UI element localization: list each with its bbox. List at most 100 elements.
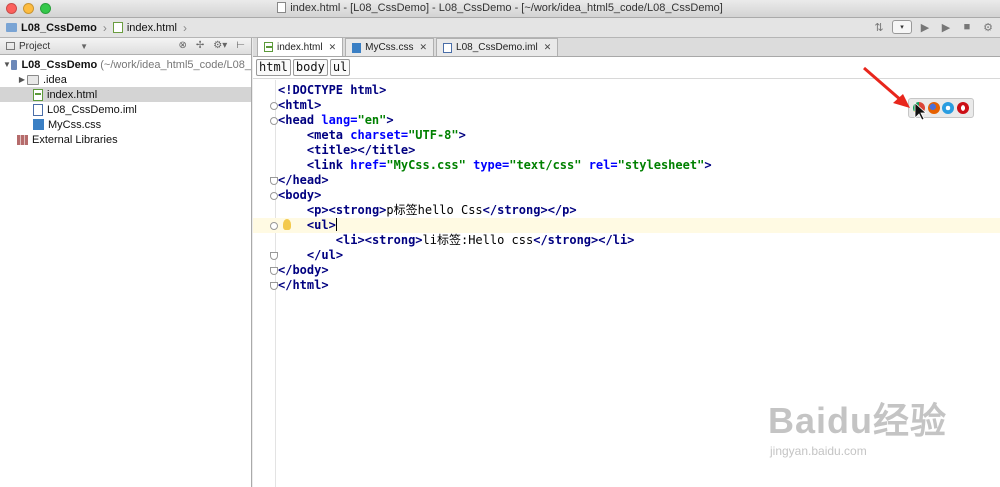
code-line[interactable]: <title></title>: [253, 143, 1000, 158]
tree-item-path: (~/work/idea_html5_code/L08_: [100, 58, 251, 71]
nav-crumb-file[interactable]: index.html: [107, 18, 183, 38]
tree-item-label: L08_CssDemo.iml: [47, 103, 137, 116]
tab-label: MyCss.css: [365, 42, 414, 53]
tree-item-label: MyCss.css: [48, 118, 102, 131]
code-line[interactable]: <meta charset="UTF-8">: [253, 128, 1000, 143]
code-line[interactable]: <link href="MyCss.css" type="text/css" r…: [253, 158, 1000, 173]
html-file-icon: [112, 22, 123, 33]
css-file-icon: [33, 119, 44, 130]
window-title-text: index.html - [L08_CssDemo] - L08_CssDemo…: [290, 2, 723, 14]
folder-icon: [27, 74, 39, 85]
code-line[interactable]: <p><strong>p标签hello Css</strong></p>: [253, 203, 1000, 218]
code-editor[interactable]: <!DOCTYPE html> <html> <head lang="en"> <m…: [253, 83, 1000, 293]
vcs-update-icon[interactable]: ⇅: [871, 19, 887, 35]
close-icon[interactable]: ✕: [544, 42, 552, 53]
tree-item-iml[interactable]: L08_CssDemo.iml: [0, 102, 251, 117]
close-icon[interactable]: ✕: [419, 42, 427, 53]
tag-breadcrumb-bar: html body ul: [253, 57, 1000, 79]
tree-item-mycss[interactable]: MyCss.css: [0, 117, 251, 132]
project-tool-window: Project ▼ ⊗ ✢ ⚙▾ ⊢ ▼ L08_CssDemo (~/work…: [0, 38, 252, 487]
tab-iml[interactable]: L08_CssDemo.iml ✕: [436, 38, 559, 56]
firefox-icon[interactable]: [927, 102, 940, 114]
chrome-icon[interactable]: [913, 102, 926, 114]
html-file-icon: [264, 42, 273, 52]
collapse-all-icon[interactable]: ✢: [196, 40, 204, 51]
nav-crumb-project-label: L08_CssDemo: [21, 21, 97, 34]
html-file-icon: [33, 88, 43, 101]
tree-item-idea-folder[interactable]: ▶ .idea: [0, 72, 251, 87]
text-caret: [335, 218, 337, 231]
chevron-down-icon[interactable]: ▼: [80, 42, 88, 51]
project-pane-header: Project ▼ ⊗ ✢ ⚙▾ ⊢: [0, 38, 251, 55]
chevron-right-icon: ›: [182, 20, 187, 35]
project-folder-icon: [6, 23, 17, 32]
project-view-icon: [6, 42, 15, 50]
code-line[interactable]: <body>: [253, 188, 1000, 203]
toolbar-right: ⇅ ▾ ▶ ▶ ■ ⚙: [871, 19, 996, 35]
code-line[interactable]: </head>: [253, 173, 1000, 188]
tag-crumb-html[interactable]: html: [256, 59, 291, 76]
window-title: index.html - [L08_CssDemo] - L08_CssDemo…: [0, 2, 1000, 14]
project-view-selector[interactable]: Project: [19, 41, 50, 52]
watermark-logo-text: Baidu经验: [768, 400, 948, 441]
tree-item-label: External Libraries: [32, 133, 118, 146]
run-config-dropdown[interactable]: ▾: [892, 20, 912, 34]
code-line[interactable]: </html>: [253, 278, 1000, 293]
scroll-from-source-icon[interactable]: ⊗: [179, 40, 187, 51]
tab-label: L08_CssDemo.iml: [456, 42, 538, 53]
nav-crumb-project[interactable]: L08_CssDemo: [0, 18, 103, 38]
tree-item-external-libraries[interactable]: External Libraries: [0, 132, 251, 147]
fold-marker-icon[interactable]: [270, 102, 278, 110]
css-file-icon: [352, 42, 362, 53]
safari-icon[interactable]: [942, 102, 955, 114]
watermark-url: jingyan.baidu.com: [770, 444, 867, 458]
tab-mycss[interactable]: MyCss.css ✕: [345, 38, 435, 56]
code-line[interactable]: <ul>: [253, 218, 1000, 233]
browser-preview-popup: [908, 98, 974, 118]
code-line[interactable]: <head lang="en">: [253, 113, 1000, 128]
fold-marker-icon[interactable]: [270, 117, 278, 125]
iml-file-icon: [443, 42, 453, 53]
tree-item-index-html[interactable]: index.html: [0, 87, 251, 102]
gear-icon[interactable]: ⚙▾: [213, 40, 227, 51]
tree-item-label: L08_CssDemo: [21, 58, 98, 71]
nav-crumb-file-label: index.html: [126, 21, 177, 34]
project-pane-tools: ⊗ ✢ ⚙▾ ⊢: [179, 40, 245, 51]
fold-marker-icon[interactable]: [270, 252, 278, 260]
fold-marker-icon[interactable]: [270, 267, 278, 275]
library-icon: [17, 134, 28, 145]
fold-marker-icon[interactable]: [270, 222, 278, 230]
tag-crumb-ul[interactable]: ul: [329, 59, 351, 76]
code-line[interactable]: <html>: [253, 98, 1000, 113]
code-line[interactable]: </body>: [253, 263, 1000, 278]
code-line[interactable]: <li><strong>li标签:Hello css</strong></li>: [253, 233, 1000, 248]
settings-icon[interactable]: ⚙: [980, 19, 996, 35]
iml-file-icon: [33, 103, 43, 116]
fold-marker-icon[interactable]: [270, 282, 278, 290]
expand-arrow-icon[interactable]: ▼: [3, 60, 11, 69]
document-icon: [277, 2, 287, 13]
tab-label: index.html: [277, 41, 323, 53]
code-line[interactable]: <!DOCTYPE html>: [253, 83, 1000, 98]
opera-icon[interactable]: [956, 102, 969, 114]
stop-icon[interactable]: ■: [959, 19, 975, 35]
close-icon[interactable]: ✕: [329, 42, 337, 53]
tree-item-label: .idea: [43, 73, 67, 86]
project-tree: ▼ L08_CssDemo (~/work/idea_html5_code/L0…: [0, 55, 251, 147]
tag-crumb-body[interactable]: body: [292, 59, 328, 76]
tree-item-project[interactable]: ▼ L08_CssDemo (~/work/idea_html5_code/L0…: [0, 57, 251, 72]
debug-icon[interactable]: ▶: [938, 19, 954, 35]
fold-marker-icon[interactable]: [270, 177, 278, 185]
lightbulb-icon[interactable]: [283, 219, 291, 230]
tab-index-html[interactable]: index.html ✕: [257, 37, 344, 56]
window-title-bar: index.html - [L08_CssDemo] - L08_CssDemo…: [0, 0, 1000, 18]
project-module-icon: [10, 59, 18, 70]
run-icon[interactable]: ▶: [917, 19, 933, 35]
tree-item-label: index.html: [47, 88, 98, 101]
collapse-arrow-icon[interactable]: ▶: [17, 75, 27, 84]
baidu-watermark: Baidu经验 jingyan.baidu.com: [768, 392, 947, 458]
fold-marker-icon[interactable]: [270, 192, 278, 200]
code-line[interactable]: </ul>: [253, 248, 1000, 263]
hide-pane-icon[interactable]: ⊢: [236, 40, 245, 51]
navigation-bar: L08_CssDemo › index.html › ⇅ ▾ ▶ ▶ ■ ⚙: [0, 18, 1000, 38]
